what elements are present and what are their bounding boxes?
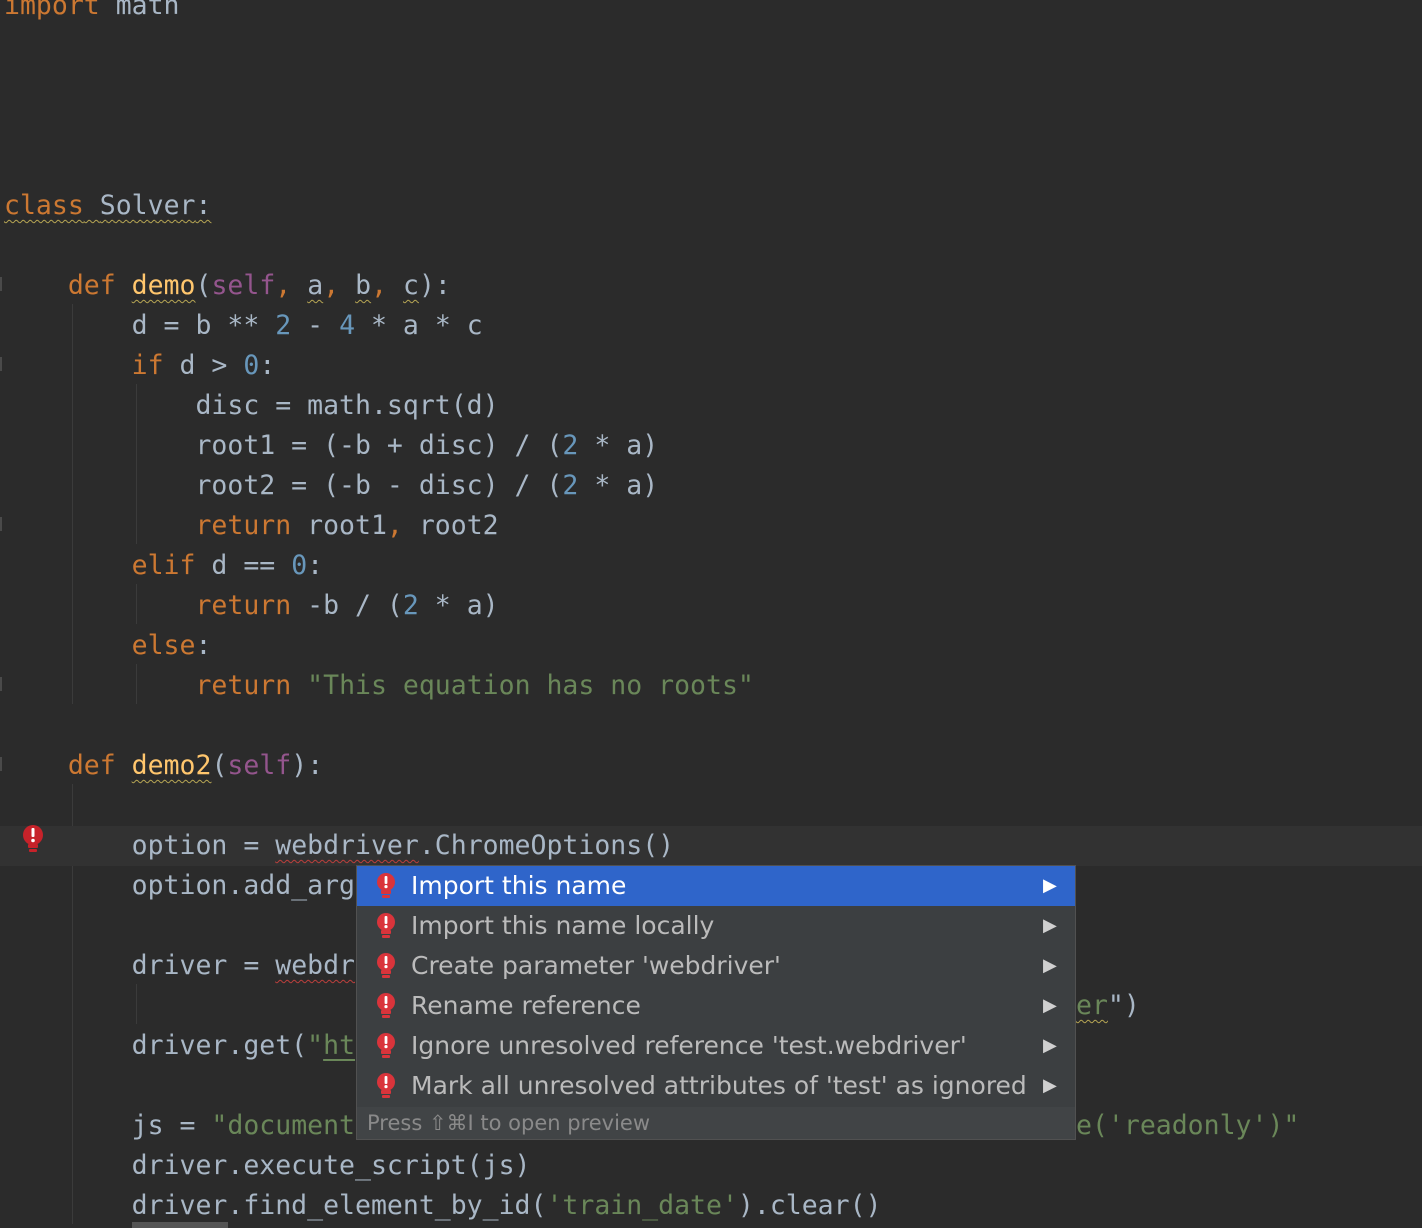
action-import-this-name-locally[interactable]: Import this name locally ▶ [357, 906, 1075, 946]
code-line-13: root2 = (-b - disc) / (2 * a) [4, 470, 659, 501]
code-line-8: def demo(self, a, b, c): [67, 270, 451, 301]
red-bulb-icon [377, 1033, 395, 1058]
action-label: Create parameter 'webdriver' [411, 951, 781, 980]
code-line-16: return -b / (2 * a) [195, 590, 499, 621]
code-line-11: disc = math.sqrt(d) [4, 390, 499, 421]
action-create-parameter[interactable]: Create parameter 'webdriver' ▶ [357, 946, 1075, 986]
code-line-15: elif d == 0: [131, 550, 324, 581]
error-bulb-icon[interactable] [20, 824, 46, 854]
action-label: Import this name locally [411, 911, 715, 940]
arrow-right-icon: ▶ [1043, 875, 1057, 896]
code-line-14: return root1, root2 [195, 510, 499, 541]
arrow-right-icon: ▶ [1043, 995, 1057, 1016]
action-label: Ignore unresolved reference 'test.webdri… [411, 1031, 967, 1060]
red-bulb-icon [377, 873, 395, 898]
code-line-20: def demo2(self): [67, 750, 324, 781]
code-line-30: driver.execute_script(js) [4, 1150, 531, 1181]
code-line-17: else: [131, 630, 212, 661]
action-label: Rename reference [411, 991, 641, 1020]
code-line-12: root1 = (-b + disc) / (2 * a) [4, 430, 659, 461]
preview-hint: Press ⇧⌘I to open preview [367, 1111, 651, 1135]
code-line-1: import math [4, 0, 180, 21]
action-label: Import this name [411, 871, 627, 900]
scroll-indicator [132, 1222, 228, 1228]
code-line-9: d = b ** 2 - 4 * a * c [4, 310, 483, 341]
action-mark-unresolved-attributes-ignored[interactable]: Mark all unresolved attributes of 'test'… [357, 1066, 1075, 1106]
red-bulb-icon [377, 1073, 395, 1098]
arrow-right-icon: ▶ [1043, 955, 1057, 976]
arrow-right-icon: ▶ [1043, 915, 1057, 936]
intention-actions-popup: Import this name ▶ Import this name loca… [356, 865, 1076, 1140]
red-bulb-icon [377, 913, 395, 938]
code-line-31: driver.find_element_by_id('train_date').… [4, 1190, 882, 1221]
action-import-this-name[interactable]: Import this name ▶ [357, 866, 1075, 906]
popup-footer: Press ⇧⌘I to open preview [357, 1107, 1075, 1139]
arrow-right-icon: ▶ [1043, 1035, 1057, 1056]
code-line-6: class Solver: [4, 190, 212, 221]
code-line-10: if d > 0: [131, 350, 276, 381]
red-bulb-icon [377, 993, 395, 1018]
arrow-right-icon: ▶ [1043, 1075, 1057, 1096]
code-line-18: return "This equation has no roots" [195, 670, 754, 701]
action-rename-reference[interactable]: Rename reference ▶ [357, 986, 1075, 1026]
code-line-22: option = webdriver.ChromeOptions() [0, 826, 1422, 866]
action-ignore-unresolved-reference[interactable]: Ignore unresolved reference 'test.webdri… [357, 1026, 1075, 1066]
red-bulb-icon [377, 953, 395, 978]
action-label: Mark all unresolved attributes of 'test'… [411, 1071, 1027, 1100]
